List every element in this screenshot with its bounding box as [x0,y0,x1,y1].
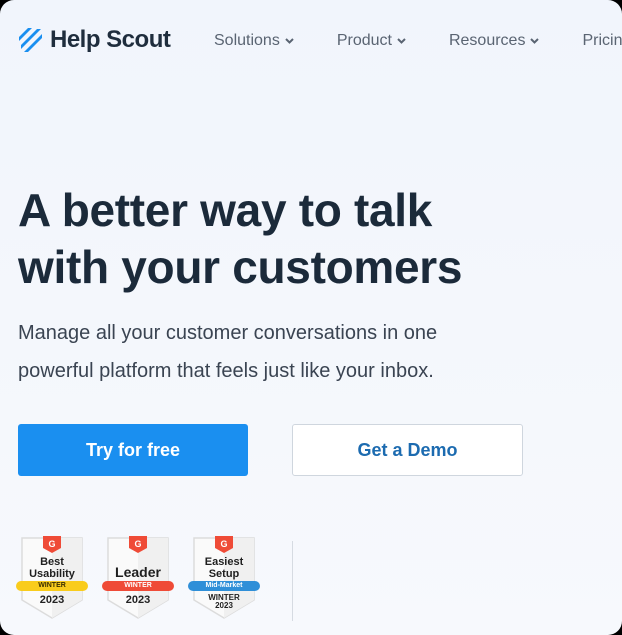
g2-logo-icon: G [129,536,147,553]
chevron-down-icon [285,38,294,44]
nav-item-solutions[interactable]: Solutions [214,32,294,50]
get-a-demo-button[interactable]: Get a Demo [292,424,523,476]
headline-line-1: A better way to talk [18,184,433,236]
badge-ribbon: Mid-Market [188,581,260,591]
badge-title-2: Setup [208,568,240,580]
badge-title-2: Usability [29,568,75,580]
badge-year: 2023 [39,594,65,606]
try-for-free-button[interactable]: Try for free [18,424,248,476]
nav-item-pricing[interactable]: Pricing [582,32,622,50]
chevron-down-icon [397,38,406,44]
badge-year: 2023 [125,594,151,606]
badge-ribbon: WINTER [16,581,88,591]
nav-label: Solutions [214,32,280,49]
nav-item-resources[interactable]: Resources [448,32,540,50]
g2-badge-leader: G Leader WINTER 2023 [102,536,174,620]
logo-text: Help Scout [50,26,171,53]
subtitle-line-1: Manage all your customer conversations i… [18,322,438,344]
g2-logo-icon: G [43,536,61,553]
award-badges: G Best Usability WINTER 2023 G Leader WI… [16,536,276,620]
g2-badge-best-usability: G Best Usability WINTER 2023 [16,536,88,620]
svg-text:G: G [48,539,55,549]
page: Help Scout Solutions Product Resources P… [0,0,622,635]
badge-year: 2023 [215,601,233,610]
badge-title-1: Easiest [204,556,244,568]
badge-title-1: Best [40,556,64,568]
nav-label: Pricing [582,32,622,49]
divider [292,541,293,621]
headline-line-2: with your customers [18,241,463,293]
nav-label: Product [336,32,392,49]
hero-subtitle: Manage all your customer conversations i… [18,314,518,390]
badge-ribbon: WINTER [102,581,174,591]
subtitle-line-2: powerful platform that feels just like y… [18,360,434,382]
nav-label: Resources [448,32,526,49]
svg-text:G: G [220,539,227,549]
badge-title-1: Leader [115,564,161,580]
help-scout-stripes-icon [19,28,42,52]
svg-text:G: G [134,539,141,549]
hero-headline: A better way to talk with your customers [18,182,462,296]
main-nav: Solutions Product Resources Pricing [214,32,622,50]
chevron-down-icon [530,38,540,44]
help-scout-logo[interactable]: Help Scout [17,26,171,54]
nav-item-product[interactable]: Product [337,32,406,50]
g2-logo-icon: G [215,536,233,553]
g2-badge-easiest-setup: G Easiest Setup Mid-Market WINTER 2023 [188,536,260,620]
